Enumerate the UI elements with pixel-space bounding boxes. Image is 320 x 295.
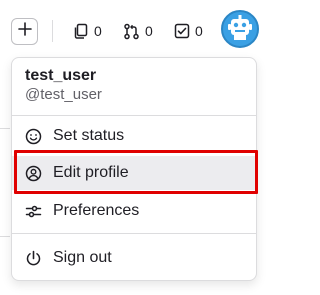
user-avatar-button[interactable]: [221, 10, 259, 48]
background-divider: [0, 128, 10, 129]
top-bar: 0 0 0: [0, 0, 267, 60]
background-divider: [0, 236, 10, 237]
user-name: test_user: [25, 67, 97, 84]
todos-count: 0: [195, 23, 203, 39]
plus-icon: [17, 22, 32, 41]
robot-avatar-icon: [225, 12, 255, 46]
highlight-box: [14, 150, 258, 194]
menu-item-sign-out[interactable]: Sign out: [12, 241, 256, 275]
smiley-icon: [25, 128, 42, 145]
power-icon: [25, 250, 42, 267]
menu-item-preferences[interactable]: Preferences: [12, 194, 256, 228]
sliders-icon: [25, 203, 42, 220]
todo-checkbox-icon: [174, 23, 190, 39]
merge-request-icon: [123, 23, 140, 40]
todos-counter[interactable]: 0: [174, 20, 203, 42]
page: 0 0 0 test_user @test_user Set status Ed…: [0, 0, 267, 295]
issues-copy-icon: [73, 23, 89, 39]
menu-item-set-status[interactable]: Set status: [12, 119, 256, 153]
menu-item-label: Preferences: [53, 202, 140, 219]
new-item-button[interactable]: [11, 18, 38, 45]
menu-item-label: Set status: [53, 127, 125, 144]
user-handle: @test_user: [25, 86, 102, 103]
user-menu-dropdown: test_user @test_user Set status Edit pro…: [11, 57, 258, 281]
issues-count: 0: [94, 23, 102, 39]
merge-requests-count: 0: [145, 23, 153, 39]
issues-counter[interactable]: 0: [73, 20, 102, 42]
menu-divider: [12, 233, 256, 234]
merge-requests-counter[interactable]: 0: [123, 20, 153, 42]
toolbar-divider: [52, 20, 53, 42]
menu-item-label: Sign out: [53, 249, 112, 266]
menu-divider: [12, 115, 256, 116]
